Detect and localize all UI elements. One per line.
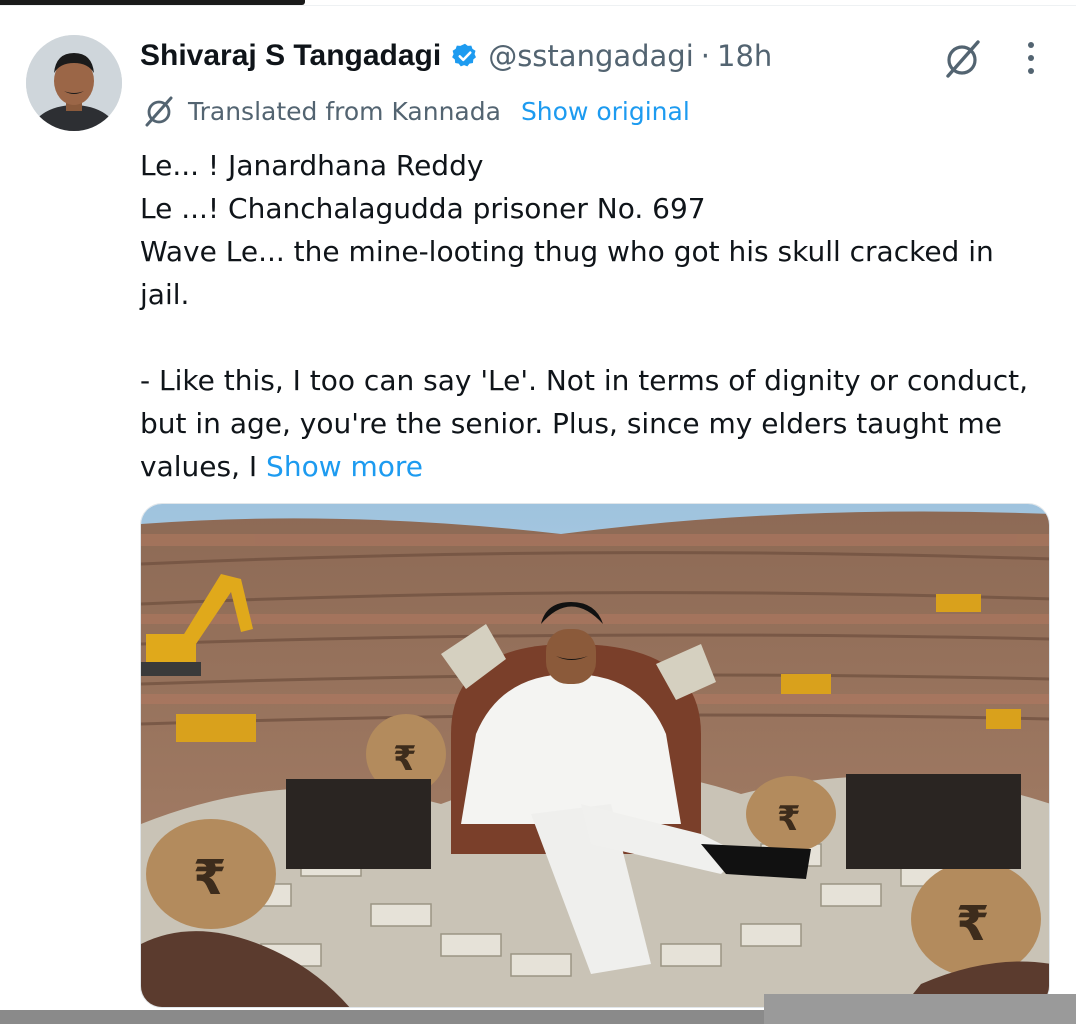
more-dot xyxy=(1028,68,1034,74)
tweet-paragraph: - Like this, I too can say 'Le'. Not in … xyxy=(140,359,1050,488)
tweet-line: Le ...! Chanchalagudda prisoner No. 697 xyxy=(140,192,706,225)
svg-text:₹: ₹ xyxy=(777,799,801,839)
translation-note: Translated from Kannada xyxy=(188,96,501,126)
timestamp[interactable]: 18h xyxy=(717,39,772,73)
avatar-image xyxy=(26,35,122,131)
avatar[interactable] xyxy=(26,35,122,131)
svg-text:₹: ₹ xyxy=(193,850,226,906)
top-divider xyxy=(0,5,1076,6)
translation-bar: Translated from Kannada Show original xyxy=(140,92,690,130)
tweet-body: Le... ! Janardhana Reddy Le ...! Chancha… xyxy=(140,144,1050,488)
author-handle[interactable]: @sstangadagi xyxy=(488,39,694,73)
svg-text:₹: ₹ xyxy=(956,896,989,952)
translate-icon xyxy=(140,92,178,130)
more-options-icon[interactable] xyxy=(1016,38,1046,78)
author-name[interactable]: Shivaraj S Tangadagi xyxy=(140,39,441,73)
show-more-link[interactable]: Show more xyxy=(266,450,423,483)
tweet-image[interactable]: ₹ ₹ ₹ ₹ xyxy=(140,503,1050,1008)
separator-dot: · xyxy=(700,39,710,73)
tweet-line: Le... ! Janardhana Reddy xyxy=(140,149,484,182)
tweet-line: Wave Le... the mine-looting thug who got… xyxy=(140,235,994,311)
more-dot xyxy=(1028,42,1034,48)
svg-text:₹: ₹ xyxy=(393,739,417,779)
verified-badge-icon xyxy=(451,42,479,70)
more-dot xyxy=(1028,55,1034,61)
tweet-header: Shivaraj S Tangadagi @sstangadagi · 18h xyxy=(140,34,772,78)
bottom-overlay xyxy=(764,994,1076,1024)
grok-icon[interactable] xyxy=(940,36,986,82)
show-original-link[interactable]: Show original xyxy=(521,97,690,126)
